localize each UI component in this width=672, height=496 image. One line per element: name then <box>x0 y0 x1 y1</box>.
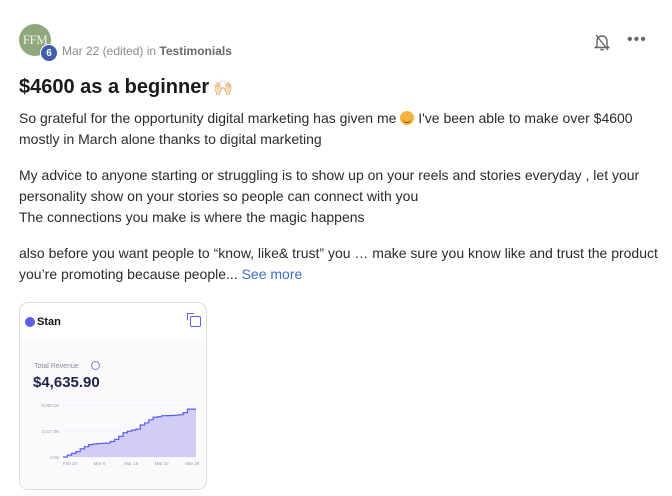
copy-icon[interactable] <box>187 313 201 327</box>
revenue-area <box>63 409 196 457</box>
category-link[interactable]: Testimonials <box>159 44 231 58</box>
attachment-card[interactable]: Stan Total Revenue $4,635.90 5,000.00 2,5… <box>19 302 207 490</box>
x-tick-label: Feb 28 <box>63 461 78 466</box>
post-date: Mar 22 (edited) <box>62 44 144 58</box>
y-tick-label: 5,000.00 <box>41 403 59 408</box>
stan-logo-icon <box>25 317 35 327</box>
paragraph-2-line-1: My advice to anyone starting or struggli… <box>19 167 640 204</box>
post-meta: Mar 22 (edited) in Testimonials <box>62 44 232 58</box>
level-badge: 6 <box>40 44 58 62</box>
paragraph-2-line-2: The connections you make is where the ma… <box>19 209 365 225</box>
revenue-chart: 5,000.00 2,517.95 0.00 Feb 28 Mar 8 Mar 15 Mar… <box>41 403 199 466</box>
paragraph-1: So grateful for the opportunity digital … <box>19 108 659 150</box>
x-tick-label: Mar 15 <box>124 461 139 466</box>
attachment-card-header: Stan <box>25 313 201 331</box>
x-tick-label: Mar 29 <box>185 461 199 466</box>
raised-hands-emoji: 🙌🏻 <box>213 80 234 97</box>
y-tick-label: 0.00 <box>50 455 59 460</box>
grateful-face-emoji <box>400 111 415 125</box>
paragraph-3: also before you want people to “know, li… <box>19 243 659 285</box>
in-word: in <box>146 44 157 58</box>
attachment-app-name: Stan <box>37 316 61 328</box>
post-body: So grateful for the opportunity digital … <box>19 108 659 300</box>
see-more-link[interactable]: See more <box>242 266 303 282</box>
revenue-value: $4,635.90 <box>33 374 100 391</box>
paragraph-3-text: also before you want people to “know, li… <box>19 245 658 282</box>
revenue-panel: Total Revenue $4,635.90 5,000.00 2,517.95… <box>21 339 205 489</box>
info-icon <box>91 361 100 370</box>
y-tick-label: 2,517.95 <box>41 429 59 434</box>
x-tick-label: Mar 8 <box>94 461 106 466</box>
paragraph-1-text-a: So grateful for the opportunity digital … <box>19 110 397 126</box>
revenue-label: Total Revenue <box>34 363 79 370</box>
x-tick-label: Mar 22 <box>155 461 170 466</box>
paragraph-2: My advice to anyone starting or struggli… <box>19 165 659 228</box>
post-title-text: $4600 as a beginner <box>19 76 210 98</box>
post-title: $4600 as a beginner 🙌🏻 <box>19 76 233 99</box>
post-header: FFM 6 Mar 22 (edited) in Testimonials ••… <box>19 24 659 64</box>
more-options-icon[interactable]: ••• <box>627 32 647 48</box>
bell-off-icon[interactable] <box>594 33 610 51</box>
